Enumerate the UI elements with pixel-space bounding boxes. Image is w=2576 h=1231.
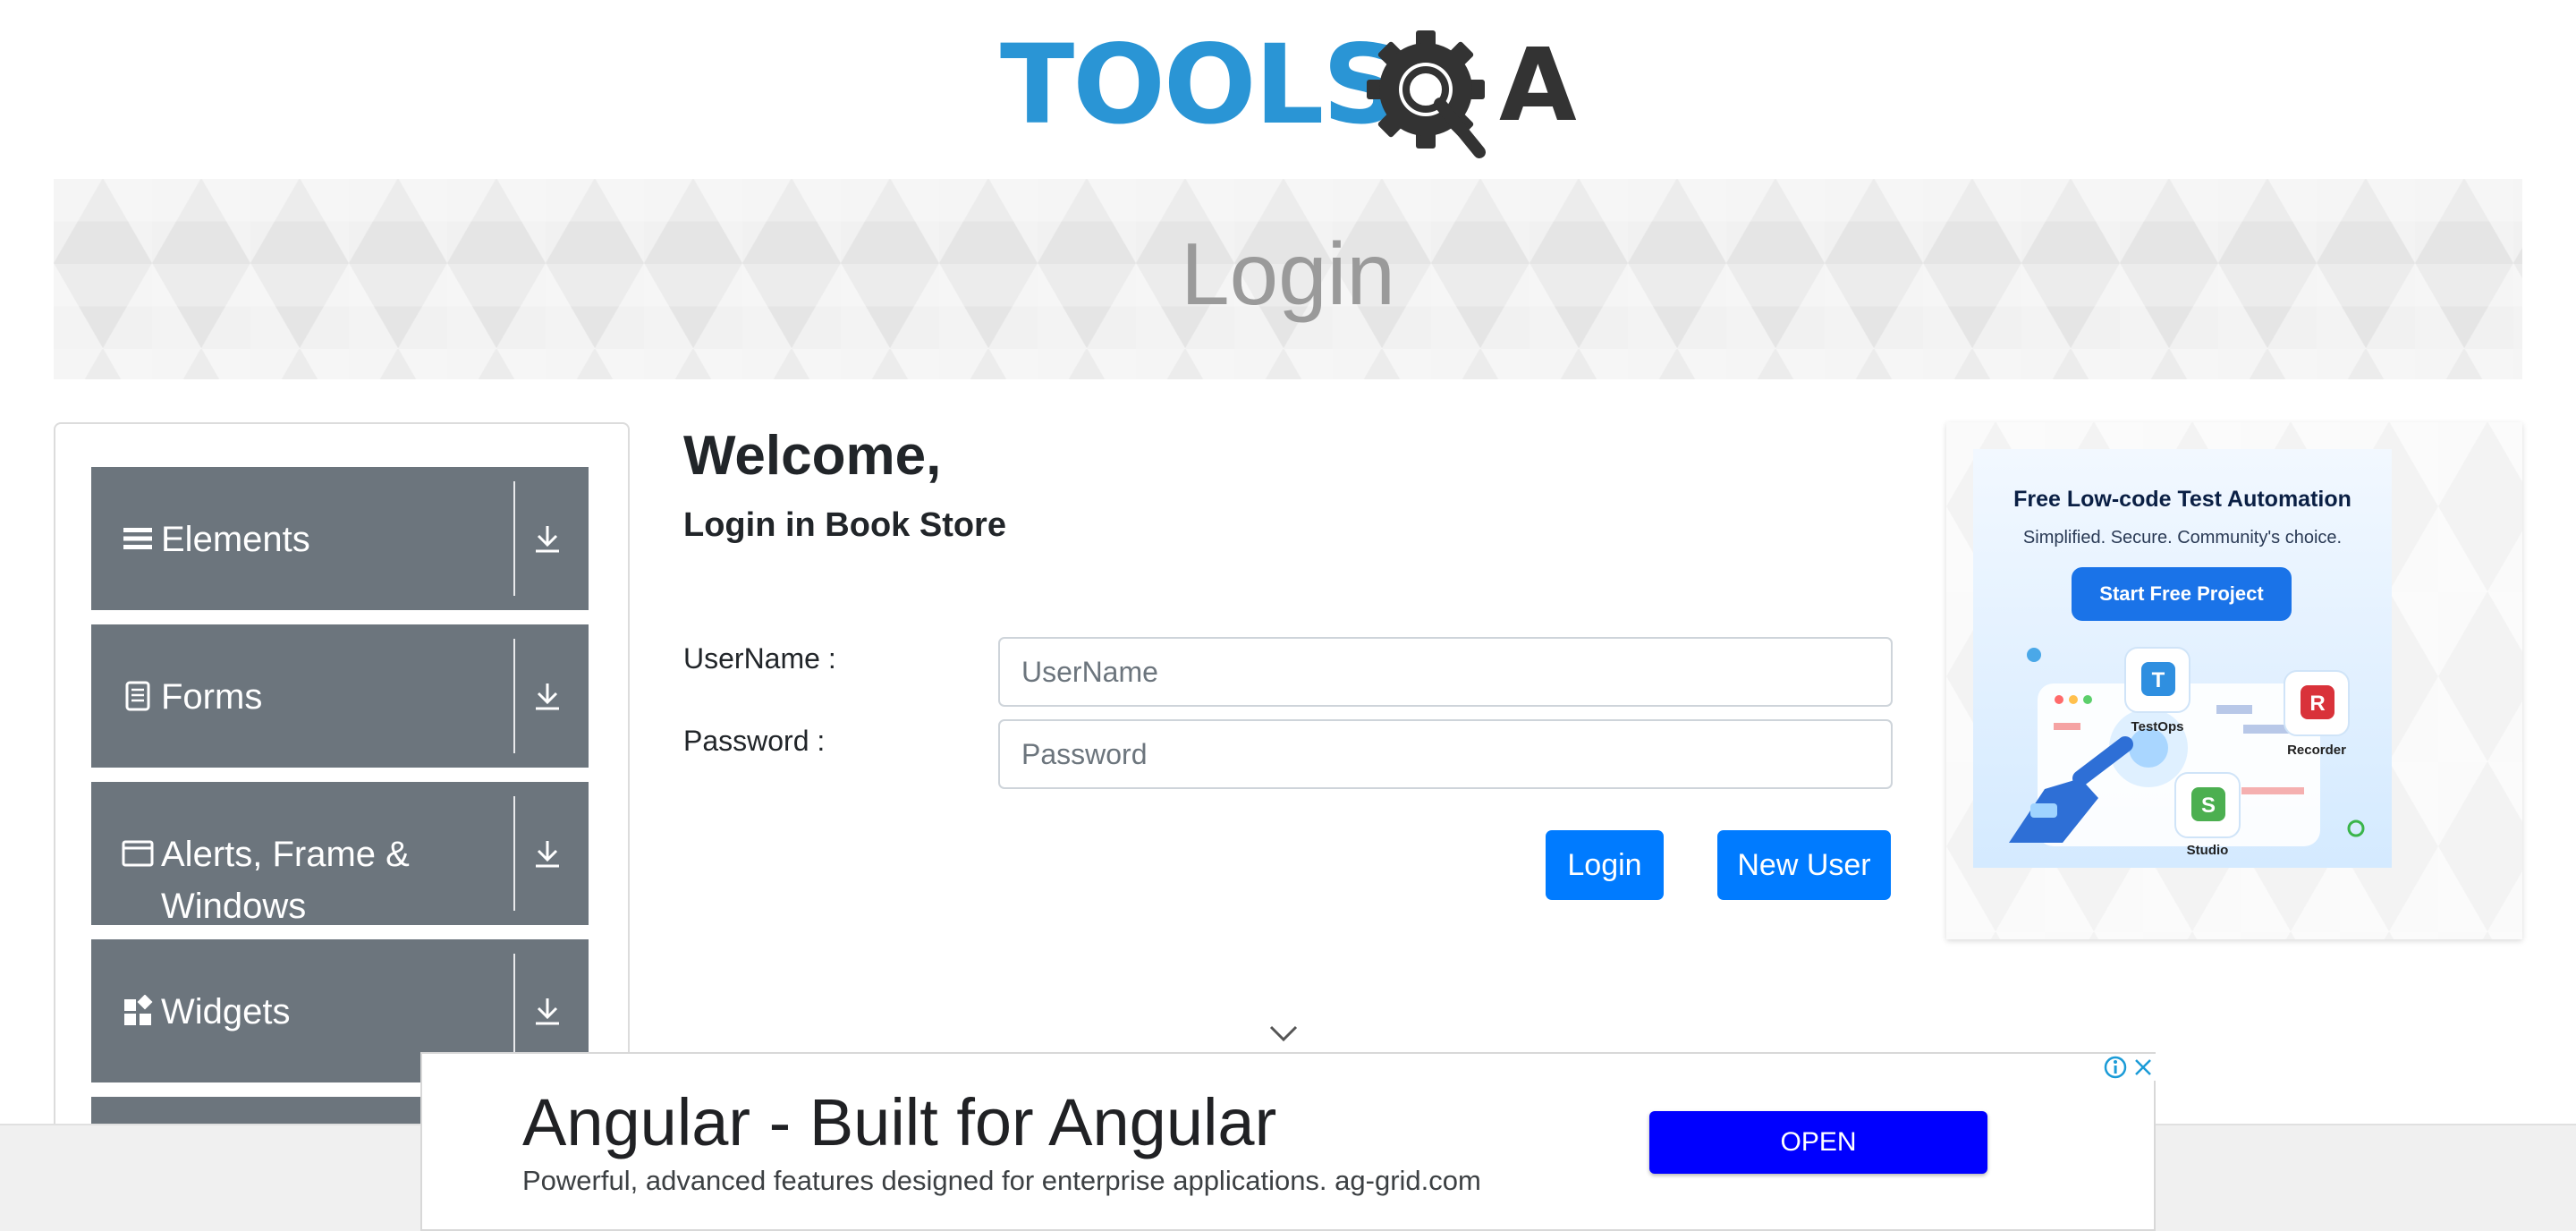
username-label: UserName : bbox=[683, 642, 836, 675]
download-icon[interactable] bbox=[531, 680, 564, 712]
divider bbox=[513, 796, 515, 911]
widgets-icon bbox=[124, 995, 153, 1025]
logo-text: TOOLS bbox=[1000, 21, 1401, 149]
sidebar-group-label: Widgets bbox=[161, 992, 291, 1031]
sidebar-group-forms[interactable]: Forms bbox=[91, 624, 589, 768]
close-icon[interactable] bbox=[2131, 1054, 2156, 1081]
ad-illustration: T R S bbox=[2009, 647, 2365, 846]
chevron-down-icon[interactable] bbox=[1268, 1023, 1299, 1043]
bottom-advertisement[interactable]: Angular - Built for Angular Powerful, ad… bbox=[420, 1052, 2156, 1231]
testops-label: TestOps bbox=[2131, 719, 2184, 734]
sidebar-group-label: Forms bbox=[161, 677, 263, 717]
recorder-label: Recorder bbox=[2287, 743, 2346, 758]
page-banner: Login bbox=[54, 179, 2522, 379]
info-icon[interactable] bbox=[2102, 1054, 2129, 1081]
sidebar-group-alerts-frame-windows[interactable]: Alerts, Frame & Windows bbox=[91, 782, 589, 926]
login-button[interactable]: Login bbox=[1546, 830, 1664, 900]
login-subtitle: Login in Book Store bbox=[683, 506, 1006, 544]
sidebar-group-elements[interactable]: Elements bbox=[91, 467, 589, 610]
new-user-button[interactable]: New User bbox=[1717, 830, 1891, 900]
page-title: Login bbox=[1181, 225, 1395, 323]
divider bbox=[513, 954, 515, 1068]
recorder-letter: R bbox=[2309, 692, 2325, 716]
ad-open-button[interactable]: OPEN bbox=[1649, 1111, 1987, 1174]
bottom-ad-description: Powerful, advanced features designed for… bbox=[522, 1165, 1481, 1196]
ad-choices bbox=[2100, 1054, 2156, 1081]
ad-card[interactable]: Free Low-code Test Automation Simplified… bbox=[1973, 449, 2392, 868]
divider bbox=[513, 481, 515, 596]
sidebar-group-label: Alerts, Frame & Windows bbox=[161, 835, 410, 926]
window-icon bbox=[122, 840, 154, 867]
studio-letter: S bbox=[2201, 794, 2216, 818]
download-icon[interactable] bbox=[531, 522, 564, 555]
download-icon[interactable] bbox=[531, 837, 564, 870]
testops-letter: T bbox=[2152, 668, 2165, 692]
gear-magnifier-icon: A bbox=[1367, 28, 1577, 158]
sidebar-group-label: Elements bbox=[161, 520, 310, 559]
username-input[interactable] bbox=[998, 637, 1893, 707]
welcome-heading: Welcome, bbox=[683, 425, 942, 487]
document-icon bbox=[125, 681, 150, 711]
logo-suffix: A bbox=[1499, 28, 1577, 144]
password-label: Password : bbox=[683, 725, 826, 757]
menu-icon bbox=[123, 528, 152, 549]
download-icon[interactable] bbox=[531, 995, 564, 1027]
studio-label: Studio bbox=[2186, 843, 2229, 858]
divider bbox=[513, 639, 515, 753]
password-input[interactable] bbox=[998, 719, 1893, 789]
toolsqa-logo[interactable]: TOOLS A bbox=[1000, 25, 1581, 161]
side-advertisement[interactable]: Free Low-code Test Automation Simplified… bbox=[1946, 422, 2522, 939]
bottom-ad-title[interactable]: Angular - Built for Angular bbox=[522, 1084, 1276, 1160]
